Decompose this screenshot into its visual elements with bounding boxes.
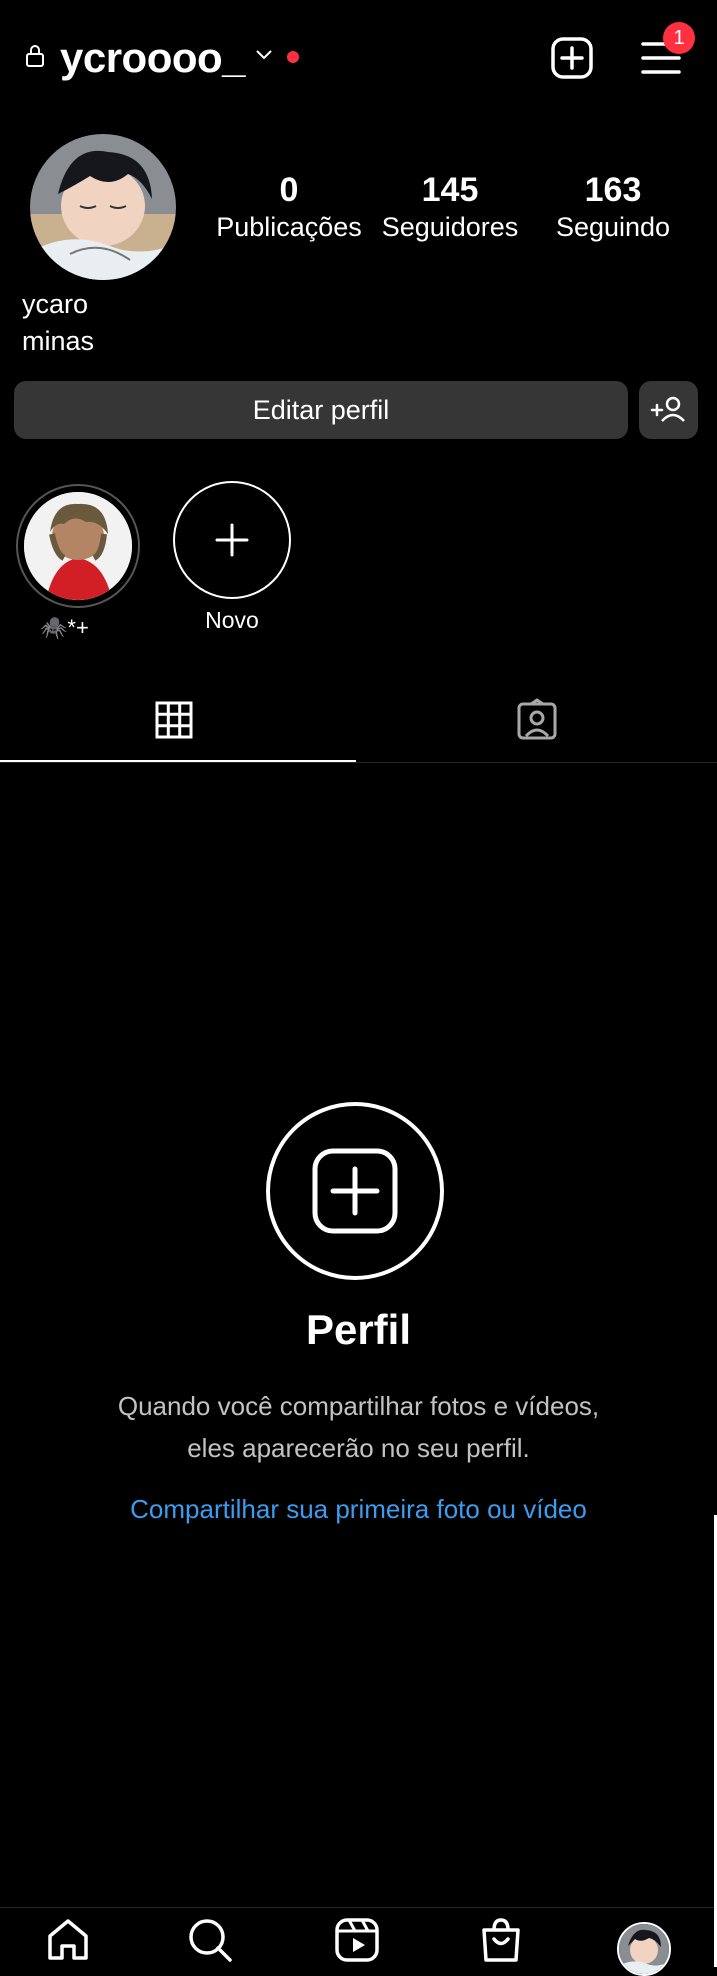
share-first-photo-link[interactable]: Compartilhar sua primeira foto ou vídeo [120, 1488, 597, 1530]
new-post-icon[interactable] [550, 36, 594, 80]
stat-posts[interactable]: 0 Publicações [214, 170, 364, 244]
active-tab-indicator [0, 760, 356, 762]
stat-following[interactable]: 163 Seguindo [538, 170, 688, 244]
profile-tab-avatar[interactable] [617, 1922, 671, 1976]
empty-state-title: Perfil [305, 1306, 412, 1353]
empty-state-description: Quando você compartilhar fotos e vídeos,… [117, 1391, 600, 1463]
edit-profile-button[interactable]: Editar perfil [14, 381, 628, 439]
grid-icon[interactable] [154, 700, 194, 740]
create-post-circle[interactable] [266, 1102, 444, 1280]
stat-label: Publicações [216, 212, 362, 242]
story-highlight[interactable] [16, 484, 140, 608]
notification-badge: 1 [663, 22, 695, 54]
new-post-icon [312, 1148, 398, 1234]
search-icon[interactable] [186, 1916, 234, 1964]
tagged-icon[interactable] [515, 698, 559, 742]
stat-number: 163 [584, 171, 642, 209]
home-icon[interactable] [44, 1916, 92, 1964]
chevron-down-icon[interactable] [254, 48, 274, 62]
tab-divider [0, 762, 717, 763]
profile-name: ycaro minas [22, 286, 94, 360]
name-line: ycaro [22, 289, 89, 319]
stat-label: Seguidores [381, 212, 519, 242]
new-highlight-button[interactable] [173, 481, 291, 599]
account-username[interactable]: ycroooo_ [60, 32, 246, 84]
unread-dot [287, 51, 299, 63]
highlight-cover [24, 492, 132, 600]
highlight-label: 🕷️*+ [40, 615, 89, 640]
nav-divider [0, 1907, 717, 1908]
stat-number: 0 [279, 171, 299, 209]
name-line: minas [22, 326, 95, 356]
stat-followers[interactable]: 145 Seguidores [375, 170, 525, 244]
highlight-label: Novo [205, 607, 259, 633]
stat-number: 145 [421, 171, 479, 209]
lock-icon [26, 45, 44, 67]
reels-icon[interactable] [333, 1916, 381, 1964]
discover-people-button[interactable] [639, 381, 698, 439]
shop-icon[interactable] [477, 1916, 525, 1964]
stat-label: Seguindo [555, 212, 671, 242]
profile-avatar[interactable] [30, 134, 176, 280]
add-user-icon [650, 396, 685, 422]
plus-icon [215, 523, 249, 557]
